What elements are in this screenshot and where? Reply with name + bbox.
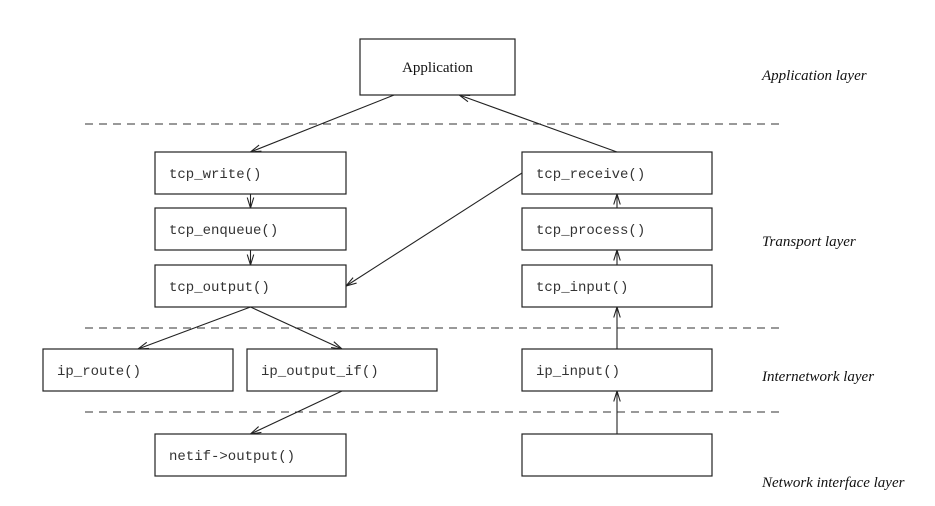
layer-label-internetwork: Internetwork layer bbox=[761, 369, 874, 385]
box-label: ip_input() bbox=[536, 364, 620, 380]
box-netif-input bbox=[521, 433, 713, 477]
box-tcp-enqueue: tcp_enqueue() bbox=[154, 207, 347, 251]
arrow-tcp-write-to-tcp-enqueue bbox=[246, 194, 255, 210]
box-tcp-output: tcp_output() bbox=[154, 264, 347, 308]
arrow-tcp-receive-to-tcp-output bbox=[344, 172, 523, 288]
box-label: netif->output() bbox=[169, 449, 295, 465]
box-ip-output-if: ip_output_if() bbox=[246, 348, 438, 392]
box-label: ip_output_if() bbox=[261, 364, 379, 380]
tcp-ip-layer-diagram: Application tcp_write() tcp_enqueue() tcp_o… bbox=[42, 38, 905, 491]
box-label: tcp_write() bbox=[169, 167, 261, 183]
box-tcp-input: tcp_input() bbox=[521, 264, 713, 308]
layer-label-application: Application layer bbox=[761, 68, 867, 84]
box-label: tcp_process() bbox=[536, 223, 645, 239]
arrow-tcp-input-to-tcp-process bbox=[613, 248, 621, 265]
function-boxes: Application tcp_write() tcp_enqueue() tcp_o… bbox=[42, 38, 713, 477]
box-ip-route: ip_route() bbox=[42, 348, 234, 392]
box-frame bbox=[521, 433, 713, 477]
box-tcp-write: tcp_write() bbox=[154, 151, 347, 195]
arrowhead bbox=[248, 426, 262, 435]
arrow-tcp-enqueue-to-tcp-output bbox=[246, 250, 255, 267]
arrow-tcp-process-to-tcp-receive bbox=[613, 192, 621, 208]
box-label: ip_route() bbox=[57, 364, 141, 380]
box-tcp-receive: tcp_receive() bbox=[521, 151, 713, 195]
box-label: Application bbox=[402, 60, 473, 76]
box-ip-input: ip_input() bbox=[521, 348, 713, 392]
layer-label-network-interface: Network interface layer bbox=[761, 475, 905, 491]
arrow-tcp-output-to-ip-route bbox=[136, 306, 251, 350]
box-netif-output: netif->output() bbox=[154, 433, 347, 477]
box-label: tcp_input() bbox=[536, 280, 628, 296]
box-tcp-process: tcp_process() bbox=[521, 207, 713, 251]
layer-labels: Application layer Transport layer Intern… bbox=[761, 68, 905, 491]
arrowhead bbox=[344, 277, 357, 288]
box-label: tcp_receive() bbox=[536, 167, 645, 183]
box-label: tcp_enqueue() bbox=[169, 223, 278, 239]
box-label: tcp_output() bbox=[169, 280, 270, 296]
box-application: Application bbox=[359, 38, 516, 96]
layer-label-transport: Transport layer bbox=[762, 234, 856, 250]
